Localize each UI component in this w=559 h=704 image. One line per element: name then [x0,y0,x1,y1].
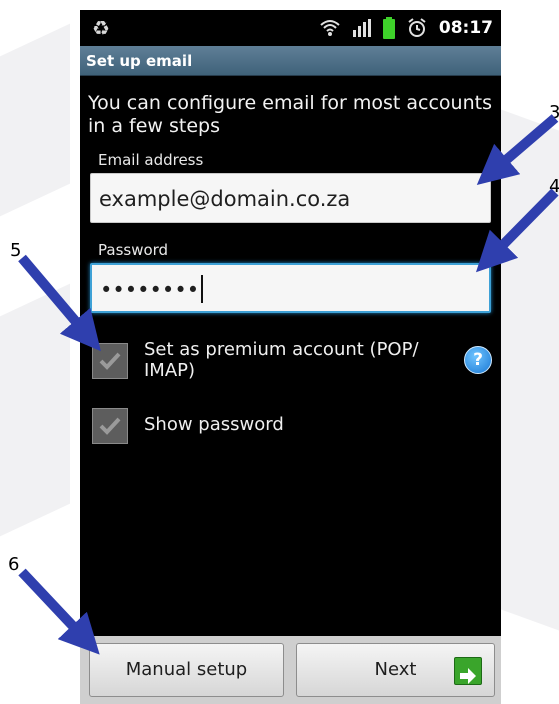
annotation-arrow-6 [18,568,100,655]
annotation-arrows [18,114,559,655]
annotation-arrow-4 [475,188,559,273]
annotation-arrow-5 [18,254,101,352]
annotation-arrow-3 [476,114,559,186]
